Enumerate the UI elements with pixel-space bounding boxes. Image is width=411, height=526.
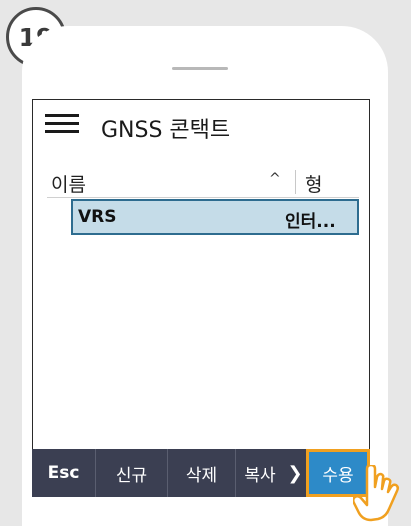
list-row-selected[interactable]: VRS 인터...	[71, 199, 359, 235]
list-header: 이름 ^ 형	[47, 168, 359, 198]
page-title: GNSS 콘택트	[101, 118, 231, 143]
row-type-cell: 인터...	[285, 212, 336, 232]
title-bar: GNSS 콘택트	[33, 100, 369, 150]
copy-button[interactable]: 복사	[236, 449, 284, 497]
device-speaker	[172, 67, 228, 70]
hamburger-menu-icon[interactable]	[45, 114, 79, 134]
new-button[interactable]: 신규	[96, 449, 168, 497]
column-header-name[interactable]: 이름	[51, 170, 86, 197]
row-name-cell: VRS	[78, 207, 117, 227]
sort-ascending-icon[interactable]: ^	[269, 171, 281, 187]
column-header-type[interactable]: 형	[305, 170, 322, 197]
column-divider[interactable]	[295, 170, 296, 194]
chevron-right-icon[interactable]: ❯	[284, 449, 306, 497]
bottom-toolbar: Esc 신규 삭제 복사 ❯ 수용	[32, 449, 370, 497]
device-bottom	[22, 497, 388, 526]
delete-button[interactable]: 삭제	[168, 449, 236, 497]
tap-hand-icon	[353, 465, 400, 522]
app-screen: GNSS 콘택트 이름 ^ 형 VRS 인터...	[32, 99, 370, 497]
esc-button[interactable]: Esc	[32, 449, 96, 497]
